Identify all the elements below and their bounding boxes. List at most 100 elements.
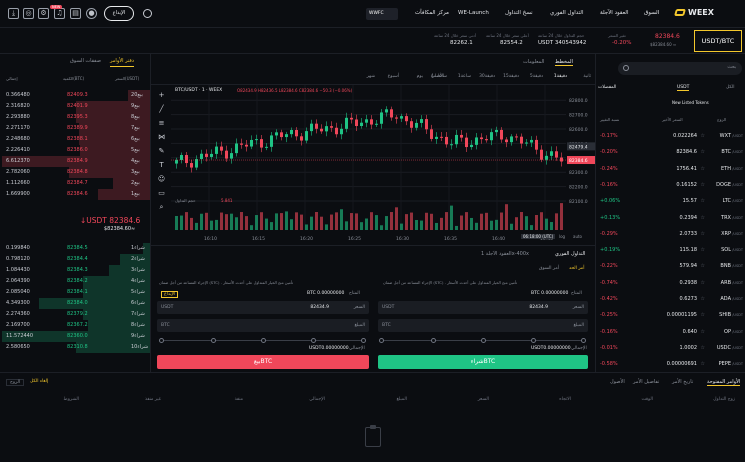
zoom-icon[interactable]: ⌕ [157, 203, 166, 212]
buy-amount-slider[interactable] [379, 338, 586, 343]
slider-stop[interactable] [311, 338, 316, 343]
bell-icon[interactable]: ♫ [54, 8, 65, 19]
market-row[interactable]: BNB/USDT 579.94 -0.22% ☆ [596, 260, 745, 273]
download-icon[interactable]: ⤓ [8, 8, 19, 19]
order-book-row[interactable]: 2.064390 82384.2 شراء4 [0, 276, 150, 287]
pattern-icon[interactable]: ⋈ [157, 133, 166, 142]
deposit-button[interactable]: الإيداع [104, 6, 134, 21]
pair-selector[interactable]: USDT/BTC [694, 30, 742, 52]
tab-info[interactable]: المعلومات [523, 59, 544, 65]
slider-stop[interactable] [379, 338, 384, 343]
buy-qty-input[interactable]: المبلغ BTC [378, 319, 588, 332]
buy-price-input[interactable]: السعر 82434.9 USDT [378, 301, 588, 314]
order-book-row[interactable]: 2.316820 82401.9 9بيع [0, 101, 150, 112]
sell-price-input[interactable]: السعر 82434.9 USDT [157, 301, 369, 314]
search-icon[interactable] [143, 9, 152, 18]
tab-favorites[interactable]: المفضلات [598, 85, 616, 90]
fib-icon[interactable]: ≡ [157, 119, 166, 128]
slider-stop[interactable] [361, 338, 366, 343]
globe-icon[interactable]: ◎ [23, 8, 34, 19]
order-book-row[interactable]: 2.580650 82310.8 شراء10 [0, 342, 150, 353]
crosshair-icon[interactable]: + [157, 91, 166, 100]
header-pair[interactable]: الزوج [717, 117, 726, 122]
sell-button[interactable]: بيعBTC [157, 355, 369, 369]
market-row[interactable]: TRX/USDT 0.2394 +0.13% ☆ [596, 212, 745, 225]
chart-style[interactable]: الأصلي [431, 74, 444, 79]
favorite-star-icon[interactable]: ☆ [701, 293, 705, 306]
market-row[interactable]: DOGE/USDT 0.16152 -0.16% ☆ [596, 179, 745, 192]
market-row[interactable]: PEPE/USDT 0.00000691 -0.58% ☆ [596, 358, 745, 371]
tab-assets[interactable]: الأصول [610, 379, 625, 385]
market-row[interactable]: SHIB/USDT 0.00001195 -0.25% ☆ [596, 309, 745, 322]
sell-qty-input[interactable]: المبلغ BTC [157, 319, 369, 332]
favorite-star-icon[interactable]: ☆ [701, 244, 705, 257]
trend-line-icon[interactable]: ╱ [157, 105, 166, 114]
order-book-row[interactable]: 1.669900 82384.6 1بيع [0, 189, 150, 200]
interval-2[interactable]: 5دقيقة [530, 74, 543, 79]
user-icon[interactable]: ● [86, 8, 97, 19]
slider-stop[interactable] [581, 338, 586, 343]
tab-futures[interactable]: العقود الآجلة 1x-400x [481, 251, 529, 257]
auto-toggle[interactable]: auto [573, 234, 582, 239]
sell-deposit-link[interactable]: الإيداع [161, 291, 179, 298]
ruler-icon[interactable]: ▭ [157, 189, 166, 198]
tab-order-details[interactable]: تفاصيل الأمر [633, 379, 659, 385]
slider-stop[interactable] [431, 338, 436, 343]
order-book-row[interactable]: 6.612370 82384.9 4بيع [0, 156, 150, 167]
order-book-row[interactable]: 2.271170 82389.9 7بيع [0, 123, 150, 134]
interval-8[interactable]: أسبوع [388, 74, 399, 79]
log-toggle[interactable]: log [559, 234, 565, 239]
nav-markets[interactable]: السوق [644, 10, 659, 16]
order-book-row[interactable]: 2.169700 82367.2 شراء8 [0, 320, 150, 331]
market-search-input[interactable]: بحث [618, 62, 742, 75]
order-book-row[interactable]: 11.572440 82360.0 شراء9 [0, 331, 150, 342]
favorite-star-icon[interactable]: ☆ [701, 277, 705, 290]
brush-icon[interactable]: ✎ [157, 147, 166, 156]
interval-5[interactable]: 1ساعة [458, 74, 471, 79]
favorite-star-icon[interactable]: ☆ [701, 228, 705, 241]
order-book-row[interactable]: 2.782060 82384.8 3بيع [0, 167, 150, 178]
favorite-star-icon[interactable]: ☆ [701, 195, 705, 208]
market-row[interactable]: ETH/USDT 1756.41 -0.24% ☆ [596, 163, 745, 176]
favorite-star-icon[interactable]: ☆ [701, 146, 705, 159]
tab-usdt[interactable]: USDT [677, 85, 690, 91]
order-book-row[interactable]: 0.366480 82409.3 2بيع0 [0, 90, 150, 101]
tab-market-trades[interactable]: صفقات السوق [70, 58, 101, 64]
interval-9[interactable]: شهر [367, 74, 375, 79]
document-icon[interactable]: ▤ [70, 8, 81, 19]
nav-futures[interactable]: العقود الآجلة [600, 10, 629, 16]
sell-amount-slider[interactable] [159, 338, 366, 343]
order-book-row[interactable]: 0.798120 82384.4 شراء2 [0, 254, 150, 265]
text-icon[interactable]: T [157, 161, 166, 170]
interval-0[interactable]: ثانية [583, 74, 591, 79]
market-row[interactable]: XRP/USDT 2.0733 -0.29% ☆ [596, 228, 745, 241]
favorite-star-icon[interactable]: ☆ [701, 130, 705, 143]
favorite-star-icon[interactable]: ☆ [701, 163, 705, 176]
nav-spot[interactable]: التداول الفوري [550, 10, 583, 16]
order-book-row[interactable]: 2.248680 82388.1 6بيع [0, 134, 150, 145]
order-book-row[interactable]: 4.349300 82384.0 شراء6 [0, 298, 150, 309]
market-row[interactable]: ARB/USDT 0.2938 -0.74% ☆ [596, 277, 745, 290]
order-book-row[interactable]: 1.084430 82384.3 شراء3 [0, 265, 150, 276]
slider-stop[interactable] [159, 338, 164, 343]
favorite-star-icon[interactable]: ☆ [701, 358, 705, 371]
order-book-row[interactable]: 2.274360 82379.2 شراء7 [0, 309, 150, 320]
market-row[interactable]: OP/USDT 0.640 -0.16% ☆ [596, 326, 745, 339]
tab-order-history[interactable]: تاريخ الأمر [672, 379, 693, 385]
interval-7[interactable]: يوم [417, 74, 423, 79]
nav-copy-trading[interactable]: نسخ التداول [505, 10, 533, 16]
weex-logo[interactable]: WEEX [674, 8, 714, 17]
interval-4[interactable]: 30دقيقة [479, 74, 495, 79]
tab-order-book[interactable]: دفتر الأوامر [110, 58, 134, 67]
pair-filter[interactable]: الزوج [6, 379, 25, 386]
market-row[interactable]: LTC/USDT 15.57 +0.06% ☆ [596, 195, 745, 208]
order-book-row[interactable]: 1.112660 82384.7 2بيع [0, 178, 150, 189]
market-row[interactable]: USDC/USDT 1.0002 -0.01% ☆ [596, 342, 745, 355]
order-type-limit[interactable]: أمر الحد [569, 266, 584, 271]
tab-open-orders[interactable]: الأوامر المفتوحة [707, 379, 741, 386]
favorite-star-icon[interactable]: ☆ [701, 342, 705, 355]
order-book-row[interactable]: 2.293880 82395.3 8بيع [0, 112, 150, 123]
market-row[interactable]: SOL/USDT 115.18 +0.19% ☆ [596, 244, 745, 257]
slider-stop[interactable] [261, 338, 266, 343]
interval-3[interactable]: 15دقيقة [503, 74, 519, 79]
